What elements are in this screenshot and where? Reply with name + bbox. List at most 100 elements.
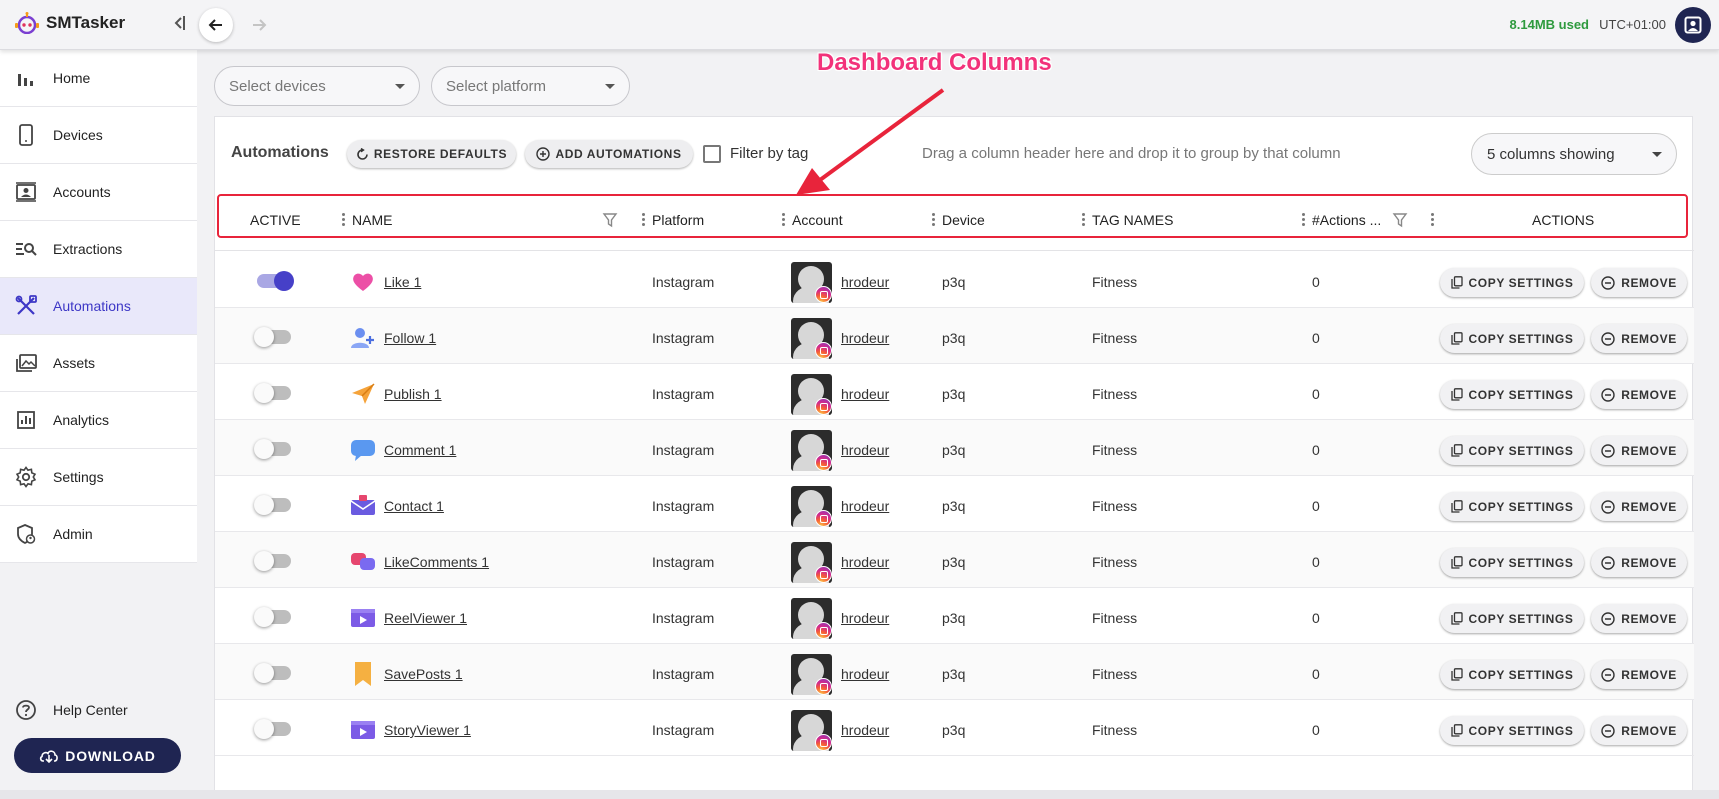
back-button[interactable]: [199, 8, 233, 42]
forward-button[interactable]: [242, 8, 276, 42]
horizontal-scrollbar[interactable]: [0, 790, 1719, 799]
active-toggle[interactable]: [257, 271, 294, 291]
filter-by-tag-checkbox[interactable]: [703, 145, 721, 163]
column-menu-handle[interactable]: [642, 213, 645, 227]
column-header-tag-names[interactable]: TAG NAMES: [1092, 212, 1173, 228]
filter-funnel-icon[interactable]: [1392, 212, 1408, 228]
column-menu-handle[interactable]: [342, 213, 345, 227]
automation-name-link[interactable]: Contact 1: [384, 498, 444, 514]
account-link[interactable]: hrodeur: [841, 274, 889, 290]
automation-name-link[interactable]: SavePosts 1: [384, 666, 463, 682]
account-link[interactable]: hrodeur: [841, 386, 889, 402]
table-row[interactable]: Comment 1 Instagram hrodeur p3q Fitness 0 COPY…: [215, 420, 1694, 476]
copy-settings-button[interactable]: COPY SETTINGS: [1440, 436, 1584, 465]
copy-settings-button[interactable]: COPY SETTINGS: [1440, 324, 1584, 353]
table-row[interactable]: StoryViewer 1 Instagram hrodeur p3q Fitness 0…: [215, 700, 1694, 756]
sidebar-item-extractions[interactable]: Extractions: [0, 221, 197, 278]
copy-settings-button[interactable]: COPY SETTINGS: [1440, 716, 1584, 745]
account-link[interactable]: hrodeur: [841, 554, 889, 570]
remove-button[interactable]: REMOVE: [1591, 716, 1687, 745]
column-menu-handle[interactable]: [1082, 213, 1085, 227]
group-by-drop-zone[interactable]: Drag a column header here and drop it to…: [922, 145, 1341, 162]
automation-name-link[interactable]: Follow 1: [384, 330, 436, 346]
table-row[interactable]: SavePosts 1 Instagram hrodeur p3q Fitness 0 CO…: [215, 644, 1694, 700]
account-link[interactable]: hrodeur: [841, 610, 889, 626]
copy-settings-button[interactable]: COPY SETTINGS: [1440, 604, 1584, 633]
account-link[interactable]: hrodeur: [841, 722, 889, 738]
remove-button[interactable]: REMOVE: [1591, 492, 1687, 521]
column-menu-handle[interactable]: [1431, 213, 1434, 227]
column-header-active[interactable]: ACTIVE: [250, 212, 301, 228]
automation-name-link[interactable]: Publish 1: [384, 386, 442, 402]
select-platform-dropdown[interactable]: Select platform: [431, 66, 630, 106]
sidebar-item-accounts[interactable]: Accounts: [0, 164, 197, 221]
user-menu-button[interactable]: [1675, 7, 1711, 43]
sidebar-item-assets[interactable]: Assets: [0, 335, 197, 392]
table-row[interactable]: Publish 1 Instagram hrodeur p3q Fitness 0 COPY…: [215, 364, 1694, 420]
table-row[interactable]: Contact 1 Instagram hrodeur p3q Fitness 0 COPY…: [215, 476, 1694, 532]
column-header-account[interactable]: Account: [792, 212, 843, 228]
select-devices-dropdown[interactable]: Select devices: [214, 66, 420, 106]
help-center-link[interactable]: Help Center: [0, 690, 197, 730]
sidebar-item-analytics[interactable]: Analytics: [0, 392, 197, 449]
column-menu-handle[interactable]: [782, 213, 785, 227]
remove-circle-icon: [1601, 443, 1615, 458]
active-toggle[interactable]: [254, 663, 291, 683]
active-toggle[interactable]: [254, 719, 291, 739]
automation-name-link[interactable]: Like 1: [384, 274, 421, 290]
account-link[interactable]: hrodeur: [841, 330, 889, 346]
column-header-platform[interactable]: Platform: [652, 212, 704, 228]
active-toggle[interactable]: [254, 607, 291, 627]
copy-settings-button[interactable]: COPY SETTINGS: [1440, 548, 1584, 577]
copy-settings-button[interactable]: COPY SETTINGS: [1440, 660, 1584, 689]
active-toggle[interactable]: [254, 383, 291, 403]
collapse-sidebar-button[interactable]: [171, 13, 187, 35]
automation-name-link[interactable]: LikeComments 1: [384, 554, 489, 570]
remove-button[interactable]: REMOVE: [1591, 324, 1687, 353]
active-toggle[interactable]: [254, 551, 291, 571]
remove-button[interactable]: REMOVE: [1591, 660, 1687, 689]
automation-name-link[interactable]: ReelViewer 1: [384, 610, 467, 626]
sidebar-item-admin[interactable]: Admin: [0, 506, 197, 563]
copy-icon: [1450, 332, 1463, 345]
automation-name-link[interactable]: Comment 1: [384, 442, 456, 458]
copy-settings-button[interactable]: COPY SETTINGS: [1440, 268, 1584, 297]
restore-defaults-button[interactable]: RESTORE DEFAULTS: [347, 140, 516, 168]
sidebar-item-automations[interactable]: Automations: [0, 278, 197, 335]
column-menu-handle[interactable]: [1302, 213, 1305, 227]
table-row[interactable]: LikeComments 1 Instagram hrodeur p3q Fitness…: [215, 532, 1694, 588]
column-header-name[interactable]: NAME: [352, 212, 392, 228]
column-menu-handle[interactable]: [932, 213, 935, 227]
copy-settings-button[interactable]: COPY SETTINGS: [1440, 492, 1584, 521]
remove-button[interactable]: REMOVE: [1591, 268, 1687, 297]
table-row[interactable]: Follow 1 Instagram hrodeur p3q Fitness 0 COPY …: [215, 308, 1694, 364]
instagram-icon: [815, 734, 832, 751]
app-logo[interactable]: SMTasker: [14, 12, 125, 34]
copy-settings-button[interactable]: COPY SETTINGS: [1440, 380, 1584, 409]
download-button[interactable]: DOWNLOAD: [14, 738, 181, 773]
column-header-device[interactable]: Device: [942, 212, 985, 228]
account-link[interactable]: hrodeur: [841, 666, 889, 682]
table-row[interactable]: Like 1 Instagram hrodeur p3q Fitness 0 COPY SE…: [215, 252, 1694, 308]
page-scrollbar[interactable]: [1705, 50, 1719, 790]
account-link[interactable]: hrodeur: [841, 442, 889, 458]
copy-settings-label: COPY SETTINGS: [1468, 443, 1574, 458]
sidebar-item-settings[interactable]: Settings: [0, 449, 197, 506]
remove-button[interactable]: REMOVE: [1591, 380, 1687, 409]
remove-button[interactable]: REMOVE: [1591, 436, 1687, 465]
active-toggle[interactable]: [254, 327, 291, 347]
filter-funnel-icon[interactable]: [602, 212, 618, 228]
sidebar-item-home[interactable]: Home: [0, 50, 197, 107]
table-row[interactable]: ReelViewer 1 Instagram hrodeur p3q Fitness 0 C…: [215, 588, 1694, 644]
automation-name-link[interactable]: StoryViewer 1: [384, 722, 471, 738]
sidebar-item-devices[interactable]: Devices: [0, 107, 197, 164]
account-link[interactable]: hrodeur: [841, 498, 889, 514]
active-toggle[interactable]: [254, 495, 291, 515]
remove-button[interactable]: REMOVE: [1591, 604, 1687, 633]
active-toggle[interactable]: [254, 439, 291, 459]
column-header-actions-count[interactable]: #Actions ...: [1312, 212, 1381, 228]
columns-showing-dropdown[interactable]: 5 columns showing: [1471, 133, 1677, 175]
add-automations-button[interactable]: ADD AUTOMATIONS: [525, 140, 693, 168]
remove-circle-icon: [1601, 387, 1615, 402]
remove-button[interactable]: REMOVE: [1591, 548, 1687, 577]
